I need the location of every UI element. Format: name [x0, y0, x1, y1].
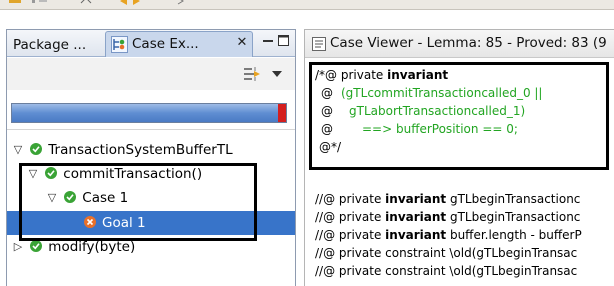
code-line: //@ private invariant buffer.length - bu… [315, 228, 582, 242]
proof-progress-bar [11, 103, 287, 123]
code-line: gTLabortTransactioncalled_1) [349, 104, 526, 118]
code-line: @ [321, 122, 333, 136]
view-menu-icon[interactable] [271, 69, 283, 79]
code-line: //@ private invariant gTLbeginTransactio… [315, 210, 581, 224]
proved-status-icon [30, 240, 43, 252]
code-line: //@ private constraint \old(gTLbeginTran… [315, 264, 578, 278]
code-line: //@ private invariant gTLbeginTransactio… [315, 192, 581, 206]
code-line: @*/ [319, 140, 342, 154]
case-viewer-view: Case Viewer - Lemma: 85 - Proved: 83 (9 … [304, 29, 614, 286]
toolbar-icon[interactable] [30, 0, 50, 5]
toolbar-icon[interactable] [80, 0, 92, 5]
filter-icon[interactable] [243, 66, 261, 82]
toolbar-icon[interactable] [8, 0, 22, 5]
toolbar-icon[interactable] [176, 0, 186, 5]
case-viewer-icon [312, 37, 326, 51]
minimize-icon[interactable] [262, 35, 274, 47]
main-toolbar [0, 0, 614, 10]
proved-status-icon [30, 143, 43, 155]
code-line: //@ private constraint \old(gTLbeginTran… [315, 246, 578, 260]
maximize-icon[interactable] [277, 34, 290, 47]
tree-item-class[interactable]: ▽ TransactionSystemBufferTL [11, 138, 233, 162]
divider [7, 129, 295, 130]
code-line: ==> bufferPosition == 0; [362, 122, 518, 136]
tab-case-explorer-label: Case Ex... [132, 36, 199, 52]
view-tab-bar: Package ... Case Ex... ✕ [7, 30, 295, 57]
case-viewer-title: Case Viewer - Lemma: 85 - Proved: 83 (9 [330, 35, 607, 51]
case-viewer-title-bar: Case Viewer - Lemma: 85 - Proved: 83 (9 [305, 30, 614, 58]
case-explorer-icon [111, 36, 128, 53]
close-tab-icon[interactable]: ✕ [235, 36, 249, 50]
progress-error-segment [278, 104, 286, 122]
case-explorer-view: Package ... Case Ex... ✕ ▽ TransactionSy… [6, 29, 296, 286]
tree-item-label: TransactionSystemBufferTL [48, 142, 233, 158]
toolbar-icon[interactable] [118, 0, 144, 5]
code-line: @ [321, 86, 333, 100]
code-line: /*@ private invariant [315, 68, 449, 82]
case-explorer-toolbar [7, 58, 295, 90]
collapse-icon[interactable]: ▽ [11, 138, 25, 162]
code-line: (gTLcommitTransactioncalled_0 || [341, 86, 543, 100]
tree-item-label: modify(byte) [48, 239, 136, 255]
annotation-box [19, 163, 257, 241]
tab-package-explorer[interactable]: Package ... [13, 34, 86, 56]
code-line: @ [321, 104, 333, 118]
tab-case-explorer[interactable]: Case Ex... ✕ [105, 31, 253, 57]
